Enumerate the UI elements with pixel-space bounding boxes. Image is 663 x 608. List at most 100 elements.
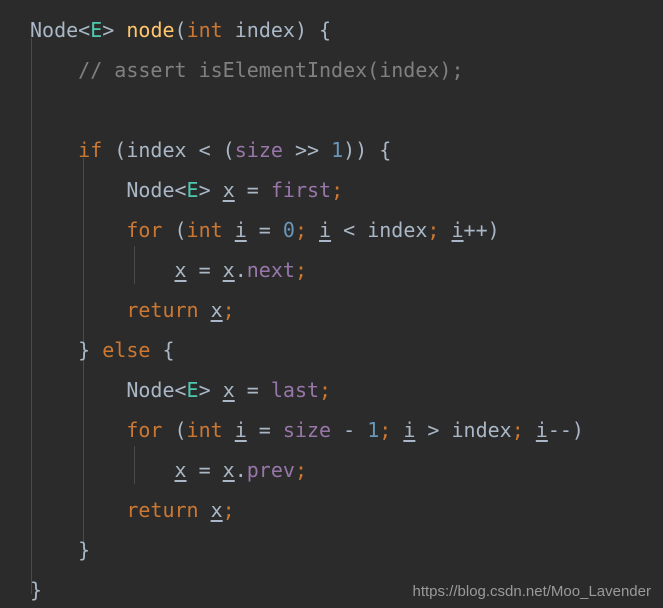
- code-token-punct: .: [234, 458, 247, 482]
- watermark-url: https://blog.csdn.net/Moo_Lavender: [412, 583, 652, 600]
- code-token-default: index: [222, 18, 295, 42]
- code-token-local: x: [210, 498, 223, 522]
- code-line[interactable]: for (int i = size - 1; i > index; i--): [0, 410, 663, 450]
- code-token-default: Node: [126, 178, 175, 202]
- code-token-punct: >>: [282, 138, 332, 162]
- code-token-punct: =: [246, 218, 283, 242]
- code-token-default: [223, 418, 235, 442]
- code-token-semi: ;: [379, 418, 392, 442]
- code-token-punct: =: [234, 378, 271, 402]
- code-line[interactable]: Node<E> x = last;: [0, 370, 663, 410]
- code-line[interactable]: }: [0, 530, 663, 570]
- code-token-punct: <: [174, 378, 187, 402]
- code-token-local: i: [234, 218, 247, 242]
- code-token-punct: <: [78, 18, 91, 42]
- code-token-punct: =: [234, 178, 271, 202]
- code-token-local: x: [222, 458, 235, 482]
- code-line[interactable]: } else {: [0, 330, 663, 370]
- code-token-type: E: [90, 18, 103, 42]
- code-token-default: > index: [415, 418, 512, 442]
- code-token-local: x: [210, 298, 223, 322]
- code-token-local: i: [403, 418, 416, 442]
- code-block[interactable]: Node<E> node(int index) { // assert isEl…: [0, 0, 663, 608]
- code-token-field: last: [270, 378, 320, 402]
- code-token-keyword: int: [186, 418, 223, 442]
- code-token-default: [391, 418, 403, 442]
- code-token-type: E: [186, 378, 199, 402]
- code-token-local: x: [174, 458, 187, 482]
- code-token-punct: ): [294, 18, 320, 42]
- code-token-keyword: else: [102, 338, 151, 362]
- code-token-default: [199, 298, 211, 322]
- code-token-semi: ;: [294, 258, 307, 282]
- code-token-type: E: [186, 178, 199, 202]
- code-token-function: node: [126, 18, 175, 42]
- code-token-brace: }: [78, 538, 91, 562]
- code-token-semi: ;: [294, 218, 307, 242]
- code-token-default: (index: [102, 138, 199, 162]
- code-token-punct: =: [186, 458, 223, 482]
- code-token-semi: ;: [222, 298, 235, 322]
- code-token-brace: }: [30, 578, 43, 602]
- code-line[interactable]: // assert isElementIndex(index);: [0, 50, 663, 90]
- code-token-keyword: return: [126, 298, 199, 322]
- code-token-local: i: [234, 418, 247, 442]
- code-token-punct: =: [246, 418, 283, 442]
- code-token-default: [223, 218, 235, 242]
- code-token-brace: {: [162, 338, 175, 362]
- code-token-punct: >: [198, 378, 223, 402]
- code-line[interactable]: if (index < (size >> 1)) {: [0, 130, 663, 170]
- code-token-punct: (: [162, 218, 187, 242]
- code-token-keyword: int: [186, 218, 223, 242]
- code-token-field: prev: [246, 458, 295, 482]
- code-token-local: i: [535, 418, 548, 442]
- code-token-punct: <: [174, 178, 187, 202]
- code-token-keyword: for: [126, 418, 163, 442]
- code-line[interactable]: x = x.prev;: [0, 450, 663, 490]
- code-token-punct: >: [198, 178, 223, 202]
- code-line[interactable]: [0, 90, 663, 130]
- code-token-default: < index: [331, 218, 428, 242]
- code-token-field: size: [282, 418, 332, 442]
- code-token-punct: -: [331, 418, 368, 442]
- code-token-punct: >: [102, 18, 127, 42]
- code-token-number: 1: [331, 138, 344, 162]
- code-token-field: next: [246, 258, 295, 282]
- code-token-number: 1: [367, 418, 380, 442]
- code-screenshot: Node<E> node(int index) { // assert isEl…: [0, 0, 663, 608]
- code-token-local: i: [319, 218, 332, 242]
- code-token-brace: {: [319, 18, 332, 42]
- code-token-punct: (: [174, 18, 187, 42]
- code-token-default: Node: [126, 378, 175, 402]
- code-token-brace: }: [78, 338, 103, 362]
- code-token-semi: ;: [331, 178, 344, 202]
- code-token-punct: (: [162, 418, 187, 442]
- code-line[interactable]: return x;: [0, 290, 663, 330]
- code-token-keyword: for: [126, 218, 163, 242]
- code-token-punct: <: [198, 138, 211, 162]
- code-line[interactable]: for (int i = 0; i < index; i++): [0, 210, 663, 250]
- code-line[interactable]: return x;: [0, 490, 663, 530]
- code-token-keyword: int: [186, 18, 223, 42]
- code-token-semi: ;: [294, 458, 307, 482]
- code-line[interactable]: Node<E> node(int index) {: [0, 10, 663, 50]
- code-line[interactable]: Node<E> x = first;: [0, 170, 663, 210]
- code-token-semi: ;: [427, 218, 440, 242]
- code-token-field: size: [234, 138, 283, 162]
- code-token-default: [439, 218, 451, 242]
- code-line[interactable]: x = x.next;: [0, 250, 663, 290]
- code-token-keyword: if: [78, 138, 103, 162]
- code-token-local: x: [174, 258, 187, 282]
- code-token-punct: .: [234, 258, 247, 282]
- code-token-default: [150, 338, 162, 362]
- code-token-punct: )): [343, 138, 380, 162]
- code-token-field: first: [270, 178, 332, 202]
- code-token-local: x: [222, 258, 235, 282]
- code-token-semi: ;: [319, 378, 332, 402]
